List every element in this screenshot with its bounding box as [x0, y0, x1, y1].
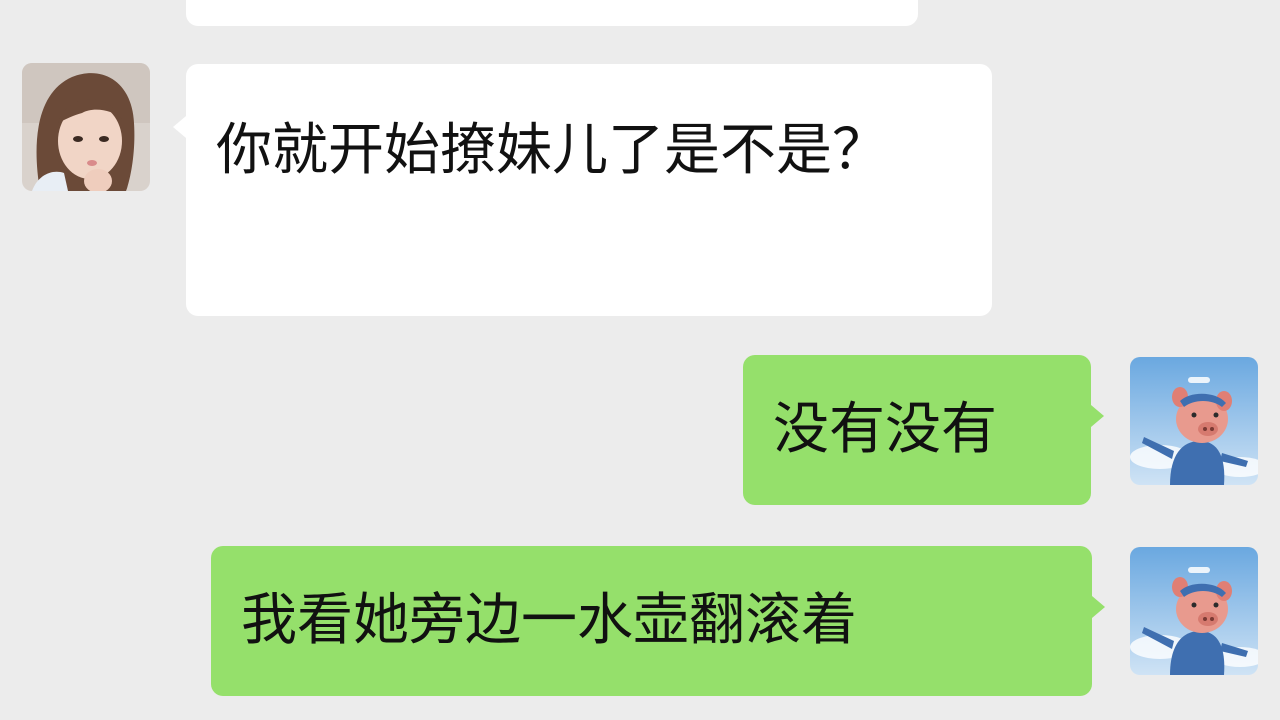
my-avatar[interactable] — [1130, 357, 1258, 485]
message-text: 你就开始撩妹儿了是不是？ — [216, 118, 888, 183]
message-text: 没有没有 — [773, 397, 997, 462]
bubble-tail — [173, 116, 186, 138]
contact-avatar[interactable] — [24, 0, 152, 28]
pig-avatar-icon — [1130, 357, 1258, 485]
message-bubble-outgoing[interactable]: 我看她旁边一水壶翻滚着 — [211, 546, 1092, 696]
message-bubble-incoming[interactable]: 你就开始撩妹儿了是不是？ — [186, 64, 992, 316]
bubble-tail — [1091, 405, 1104, 427]
message-text: 我看她旁边一水壶翻滚着 — [241, 588, 857, 653]
pig-avatar-icon — [1130, 547, 1258, 675]
message-bubble-outgoing[interactable]: 没有没有 — [743, 355, 1091, 505]
my-avatar[interactable] — [1130, 547, 1258, 675]
previous-message-bubble[interactable] — [186, 0, 918, 26]
bubble-tail — [1092, 596, 1105, 618]
girl-avatar-icon — [22, 63, 150, 191]
chat-area[interactable]: 你就开始撩妹儿了是不是？ 没有没有 我看她旁边一水壶翻滚着 — [0, 0, 1280, 720]
contact-avatar[interactable] — [22, 63, 150, 191]
